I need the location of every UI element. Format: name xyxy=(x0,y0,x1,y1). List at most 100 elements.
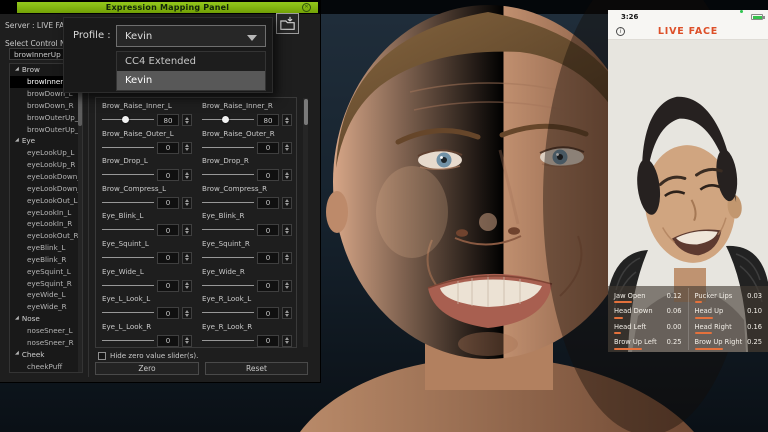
slider-value-input[interactable]: 0 xyxy=(157,307,179,319)
tree-item[interactable]: eyeSquint_R xyxy=(10,277,82,289)
slider-spinner[interactable] xyxy=(282,335,292,347)
slider-value-input[interactable]: 0 xyxy=(257,335,279,347)
slider-value-input[interactable]: 0 xyxy=(257,169,279,181)
spinner-up-icon[interactable] xyxy=(285,310,289,313)
spinner-up-icon[interactable] xyxy=(185,227,189,230)
spinner-down-icon[interactable] xyxy=(185,203,189,206)
slider-value-input[interactable]: 0 xyxy=(157,252,179,264)
tree-item[interactable]: eyeLookIn_R xyxy=(10,218,82,230)
tree-item[interactable]: eyeLookOut_R xyxy=(10,230,82,242)
spinner-up-icon[interactable] xyxy=(185,199,189,202)
spinner-down-icon[interactable] xyxy=(285,203,289,206)
spinner-down-icon[interactable] xyxy=(285,258,289,261)
spinner-up-icon[interactable] xyxy=(285,254,289,257)
profile-option[interactable]: Kevin xyxy=(117,71,265,90)
slider-track[interactable] xyxy=(202,171,254,179)
tree-item[interactable]: eyeLookDown_L xyxy=(10,171,82,183)
tree-item[interactable]: browDown_R xyxy=(10,100,82,112)
tree-scrollbar[interactable] xyxy=(78,64,82,372)
slider-scrollbar[interactable] xyxy=(303,98,308,347)
spinner-up-icon[interactable] xyxy=(285,172,289,175)
slider-spinner[interactable] xyxy=(282,197,292,209)
slider-spinner[interactable] xyxy=(282,252,292,264)
tree-item[interactable]: browOuterUp_L xyxy=(10,111,82,123)
spinner-up-icon[interactable] xyxy=(285,227,289,230)
slider-track[interactable] xyxy=(102,226,154,234)
slider-scrollbar-thumb[interactable] xyxy=(304,99,308,125)
panel-titlebar[interactable]: Expression Mapping Panel ✕ xyxy=(17,2,318,13)
spinner-down-icon[interactable] xyxy=(185,176,189,179)
import-profile-button[interactable] xyxy=(276,13,299,34)
slider-value-input[interactable]: 80 xyxy=(157,114,179,126)
slider-spinner[interactable] xyxy=(282,114,292,126)
tree-item[interactable]: noseSneer_L xyxy=(10,325,82,337)
tree-item[interactable]: eyeLookDown_R xyxy=(10,182,82,194)
spinner-down-icon[interactable] xyxy=(285,176,289,179)
slider-value-input[interactable]: 0 xyxy=(157,169,179,181)
spinner-down-icon[interactable] xyxy=(185,258,189,261)
spinner-down-icon[interactable] xyxy=(185,148,189,151)
slider-spinner[interactable] xyxy=(182,142,192,154)
slider-value-input[interactable]: 0 xyxy=(257,197,279,209)
spinner-up-icon[interactable] xyxy=(185,172,189,175)
slider-track[interactable] xyxy=(202,144,254,152)
tree-item[interactable]: browOuterUp_R xyxy=(10,123,82,135)
tree-item[interactable]: eyeLookOut_L xyxy=(10,194,82,206)
tree-item[interactable]: eyeBlink_L xyxy=(10,242,82,254)
spinner-up-icon[interactable] xyxy=(185,144,189,147)
spinner-up-icon[interactable] xyxy=(185,310,189,313)
slider-track[interactable] xyxy=(102,116,154,124)
slider-value-input[interactable]: 0 xyxy=(257,280,279,292)
close-icon[interactable]: ✕ xyxy=(302,3,311,12)
tree-item[interactable]: cheekPuff xyxy=(10,360,82,372)
slider-track[interactable] xyxy=(102,254,154,262)
tree-item[interactable]: eyeLookIn_L xyxy=(10,206,82,218)
spinner-up-icon[interactable] xyxy=(185,254,189,257)
slider-track[interactable] xyxy=(102,171,154,179)
slider-spinner[interactable] xyxy=(182,197,192,209)
spinner-up-icon[interactable] xyxy=(185,337,189,340)
slider-value-input[interactable]: 0 xyxy=(257,224,279,236)
tree-group[interactable]: ◢Nose xyxy=(10,313,82,325)
spinner-down-icon[interactable] xyxy=(285,121,289,124)
slider-value-input[interactable]: 0 xyxy=(257,252,279,264)
slider-value-input[interactable]: 0 xyxy=(157,197,179,209)
slider-spinner[interactable] xyxy=(182,307,192,319)
spinner-up-icon[interactable] xyxy=(285,117,289,120)
tree-item[interactable]: eyeSquint_L xyxy=(10,265,82,277)
slider-handle[interactable] xyxy=(222,116,229,123)
tree-item[interactable]: eyeLookUp_R xyxy=(10,159,82,171)
hide-zero-checkbox[interactable] xyxy=(98,352,106,360)
slider-spinner[interactable] xyxy=(182,224,192,236)
slider-spinner[interactable] xyxy=(282,224,292,236)
slider-track[interactable] xyxy=(102,337,154,345)
slider-spinner[interactable] xyxy=(182,114,192,126)
slider-value-input[interactable]: 0 xyxy=(157,224,179,236)
spinner-up-icon[interactable] xyxy=(185,282,189,285)
slider-track[interactable] xyxy=(202,199,254,207)
tree-item[interactable]: eyeLookUp_L xyxy=(10,147,82,159)
slider-spinner[interactable] xyxy=(182,280,192,292)
spinner-up-icon[interactable] xyxy=(285,144,289,147)
tree-group[interactable]: ◢Eye xyxy=(10,135,82,147)
slider-spinner[interactable] xyxy=(182,169,192,181)
slider-value-input[interactable]: 0 xyxy=(157,280,179,292)
control-tree[interactable]: ◢BrowbrowInnerUpbrowDown_LbrowDown_Rbrow… xyxy=(9,63,83,373)
spinner-down-icon[interactable] xyxy=(185,121,189,124)
tree-item[interactable]: eyeBlink_R xyxy=(10,254,82,266)
tree-item[interactable]: eyeWide_L xyxy=(10,289,82,301)
slider-track[interactable] xyxy=(202,254,254,262)
profile-option[interactable]: CC4 Extended xyxy=(117,52,265,71)
slider-track[interactable] xyxy=(202,337,254,345)
slider-track[interactable] xyxy=(202,116,254,124)
slider-track[interactable] xyxy=(102,199,154,207)
spinner-down-icon[interactable] xyxy=(185,286,189,289)
zero-button[interactable]: Zero xyxy=(95,362,199,375)
slider-spinner[interactable] xyxy=(282,280,292,292)
slider-value-input[interactable]: 0 xyxy=(257,307,279,319)
slider-spinner[interactable] xyxy=(282,142,292,154)
slider-track[interactable] xyxy=(202,282,254,290)
spinner-down-icon[interactable] xyxy=(285,341,289,344)
slider-track[interactable] xyxy=(202,226,254,234)
tree-item[interactable]: noseSneer_R xyxy=(10,336,82,348)
